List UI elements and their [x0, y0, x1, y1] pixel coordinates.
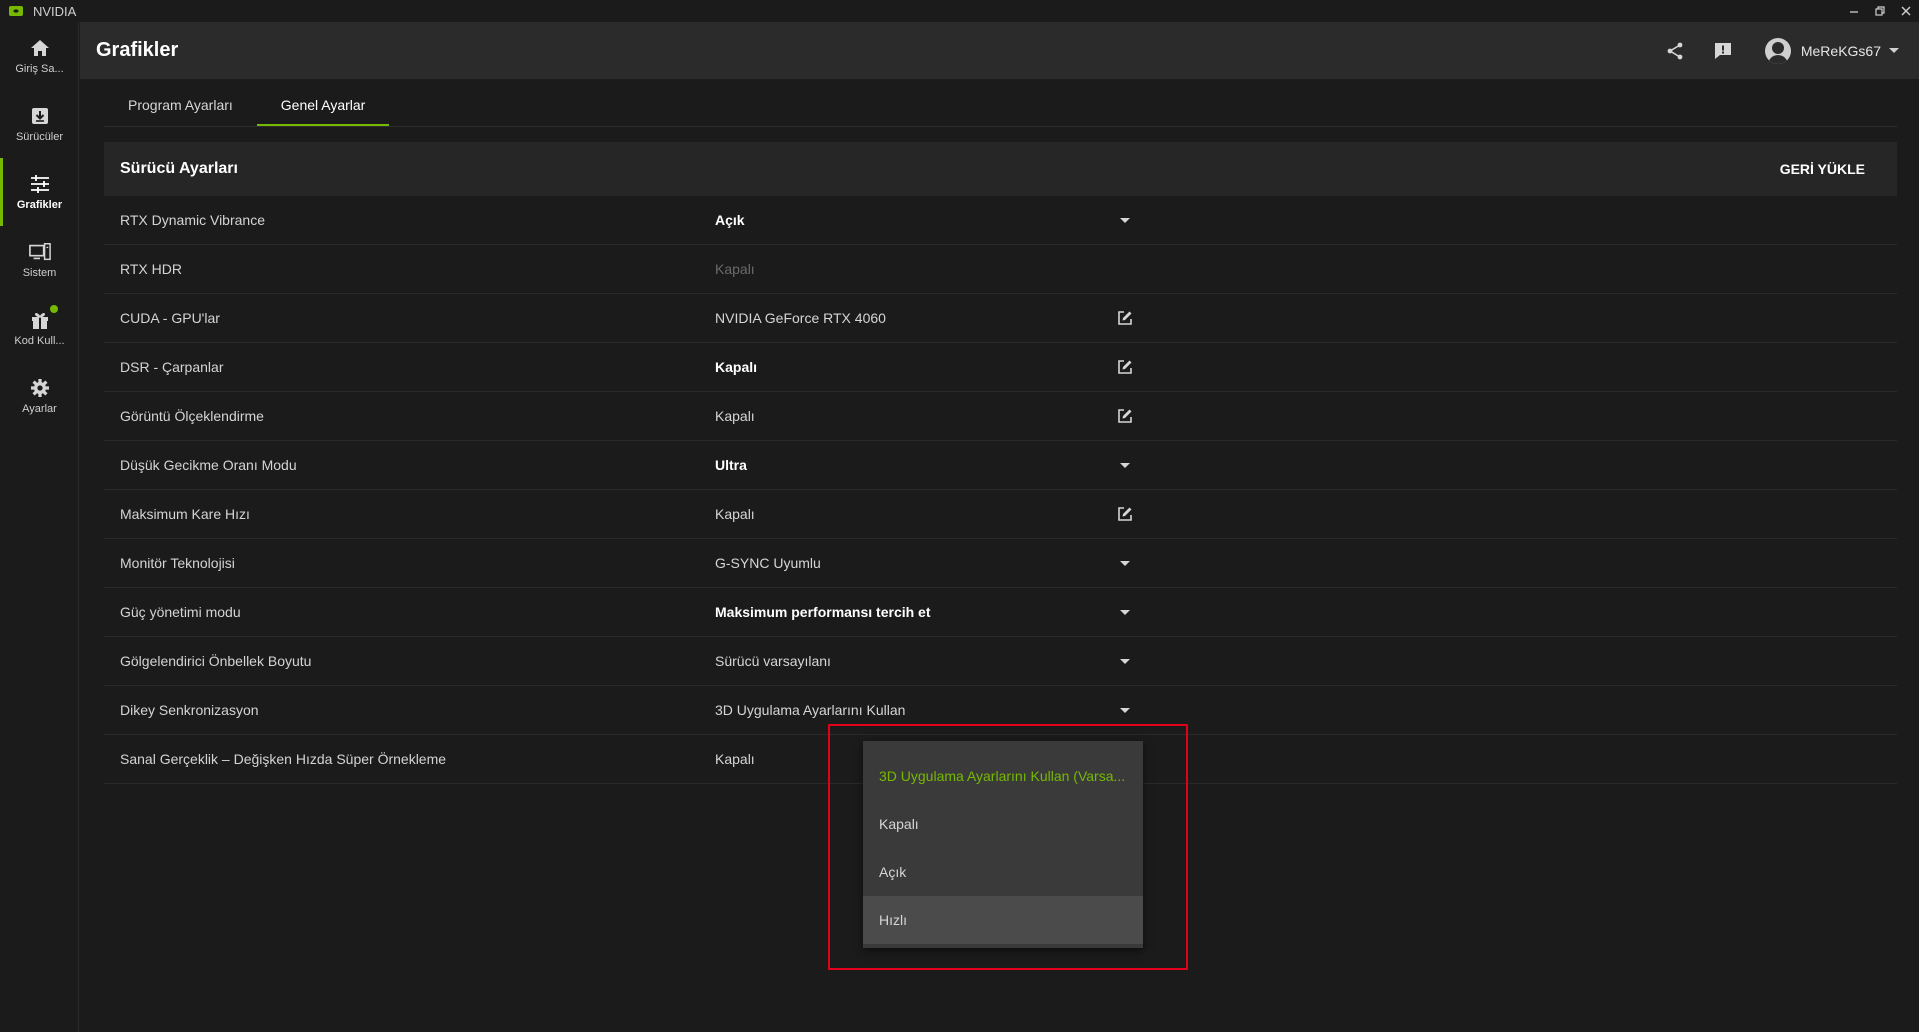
sidebar-item-label: Kod Kull...	[14, 335, 65, 347]
minimize-icon[interactable]	[1841, 0, 1867, 22]
sidebar-item-system[interactable]: Sistem	[0, 226, 79, 294]
home-icon	[29, 37, 51, 59]
setting-name: Gölgelendirici Önbellek Boyutu	[120, 653, 312, 669]
setting-value[interactable]: Sürücü varsayılanı	[715, 653, 831, 669]
sidebar-item-redeem[interactable]: Kod Kull...	[0, 294, 79, 362]
setting-value[interactable]: Kapalı	[715, 506, 755, 522]
setting-name: Monitör Teknolojisi	[120, 555, 235, 571]
header-actions: MeReKGs67	[1639, 22, 1899, 79]
setting-name: DSR - Çarpanlar	[120, 359, 224, 375]
setting-value[interactable]: G-SYNC Uyumlu	[715, 555, 821, 571]
page-header: Grafikler MeReKGs67	[80, 22, 1919, 79]
setting-row[interactable]: Güç yönetimi modu Maksimum performansı te…	[104, 588, 1897, 637]
tab-bar: Program Ayarları Genel Ayarlar	[104, 84, 389, 126]
sidebar-item-label: Sürücüler	[15, 131, 64, 143]
username[interactable]: MeReKGs67	[1801, 43, 1881, 59]
title-bar: NVIDIA	[0, 0, 1919, 22]
setting-row[interactable]: RTX Dynamic Vibrance Açık	[104, 196, 1897, 245]
setting-name: RTX HDR	[120, 261, 182, 277]
restore-defaults-button[interactable]: GERİ YÜKLE	[1780, 161, 1865, 177]
setting-row[interactable]: CUDA - GPU'lar NVIDIA GeForce RTX 4060	[104, 294, 1897, 343]
notification-badge	[49, 305, 58, 313]
gift-icon	[29, 305, 58, 331]
divider	[104, 126, 1897, 127]
edit-icon[interactable]	[1114, 503, 1136, 525]
sidebar-item-drivers[interactable]: Sürücüler	[0, 90, 79, 158]
setting-name: Dikey Senkronizasyon	[120, 702, 259, 718]
setting-value: Kapalı	[715, 261, 755, 277]
setting-name: Sanal Gerçeklik – Değişken Hızda Süper Ö…	[120, 751, 447, 767]
setting-name: CUDA - GPU'lar	[120, 310, 220, 326]
sidebar-item-label: Sistem	[22, 267, 57, 279]
setting-value[interactable]: 3D Uygulama Ayarlarını Kullan	[715, 702, 905, 718]
settings-list: RTX Dynamic Vibrance Açık RTX HDR Kapalı CUD…	[104, 196, 1897, 784]
tab-program-settings[interactable]: Program Ayarları	[104, 84, 257, 126]
app-name: NVIDIA	[33, 3, 77, 19]
sidebar-item-home[interactable]: Giriş Sa...	[0, 22, 79, 90]
setting-name: Düşük Gecikme Oranı Modu	[120, 457, 297, 473]
setting-row[interactable]: DSR - Çarpanlar Kapalı	[104, 343, 1897, 392]
close-icon[interactable]	[1893, 0, 1919, 22]
setting-row[interactable]: Görüntü Ölçeklendirme Kapalı	[104, 392, 1897, 441]
edit-icon[interactable]	[1114, 307, 1136, 329]
restore-icon[interactable]	[1867, 0, 1893, 22]
driver-download-icon	[29, 105, 51, 127]
tab-global-settings[interactable]: Genel Ayarlar	[256, 84, 390, 126]
edit-icon[interactable]	[1114, 405, 1136, 427]
sidebar-item-graphics[interactable]: Grafikler	[0, 158, 79, 226]
gear-icon	[29, 377, 51, 399]
chevron-down-icon[interactable]	[1114, 454, 1136, 476]
panel-title: Sürücü Ayarları	[120, 160, 238, 177]
setting-name: Görüntü Ölçeklendirme	[120, 408, 264, 424]
setting-name: Maksimum Kare Hızı	[120, 506, 250, 522]
setting-value[interactable]: Ultra	[715, 457, 747, 473]
setting-name: Güç yönetimi modu	[120, 604, 241, 620]
chevron-down-icon[interactable]	[1889, 48, 1899, 53]
setting-value[interactable]: Açık	[715, 212, 745, 228]
setting-row[interactable]: Maksimum Kare Hızı Kapalı	[104, 490, 1897, 539]
chevron-down-icon[interactable]	[1114, 601, 1136, 623]
setting-value[interactable]: Maksimum performansı tercih et	[715, 604, 931, 620]
avatar[interactable]	[1764, 37, 1791, 64]
sidebar-item-label: Grafikler	[16, 199, 63, 211]
monitor-system-icon	[28, 241, 51, 263]
setting-name: RTX Dynamic Vibrance	[120, 212, 265, 228]
sidebar-item-settings[interactable]: Ayarlar	[0, 362, 79, 430]
setting-value[interactable]: Kapalı	[715, 359, 757, 375]
chevron-down-icon[interactable]	[1114, 650, 1136, 672]
annotation-highlight	[828, 724, 1188, 970]
setting-row[interactable]: Monitör Teknolojisi G-SYNC Uyumlu	[104, 539, 1897, 588]
chevron-down-icon[interactable]	[1114, 552, 1136, 574]
sidebar-item-label: Giriş Sa...	[15, 63, 64, 75]
setting-value: Kapalı	[715, 751, 755, 767]
nvidia-logo-icon	[9, 6, 23, 16]
sidebar-item-label: Ayarlar	[22, 403, 57, 415]
sliders-icon	[29, 173, 51, 195]
setting-row[interactable]: Gölgelendirici Önbellek Boyutu Sürücü var…	[104, 637, 1897, 686]
chevron-down-icon[interactable]	[1114, 699, 1136, 721]
page-title: Grafikler	[96, 39, 179, 61]
feedback-icon[interactable]	[1711, 39, 1735, 63]
sidebar: Giriş Sa... Sürücüler Grafikler Sistem K…	[0, 22, 79, 1032]
share-icon[interactable]	[1663, 39, 1687, 63]
edit-icon[interactable]	[1114, 356, 1136, 378]
setting-row[interactable]: Düşük Gecikme Oranı Modu Ultra	[104, 441, 1897, 490]
panel-header: Sürücü Ayarları GERİ YÜKLE	[104, 142, 1897, 196]
window-controls	[1841, 0, 1919, 22]
chevron-down-icon[interactable]	[1114, 209, 1136, 231]
setting-value[interactable]: Kapalı	[715, 408, 755, 424]
setting-row[interactable]: RTX HDR Kapalı	[104, 245, 1897, 294]
setting-value[interactable]: NVIDIA GeForce RTX 4060	[715, 310, 886, 326]
